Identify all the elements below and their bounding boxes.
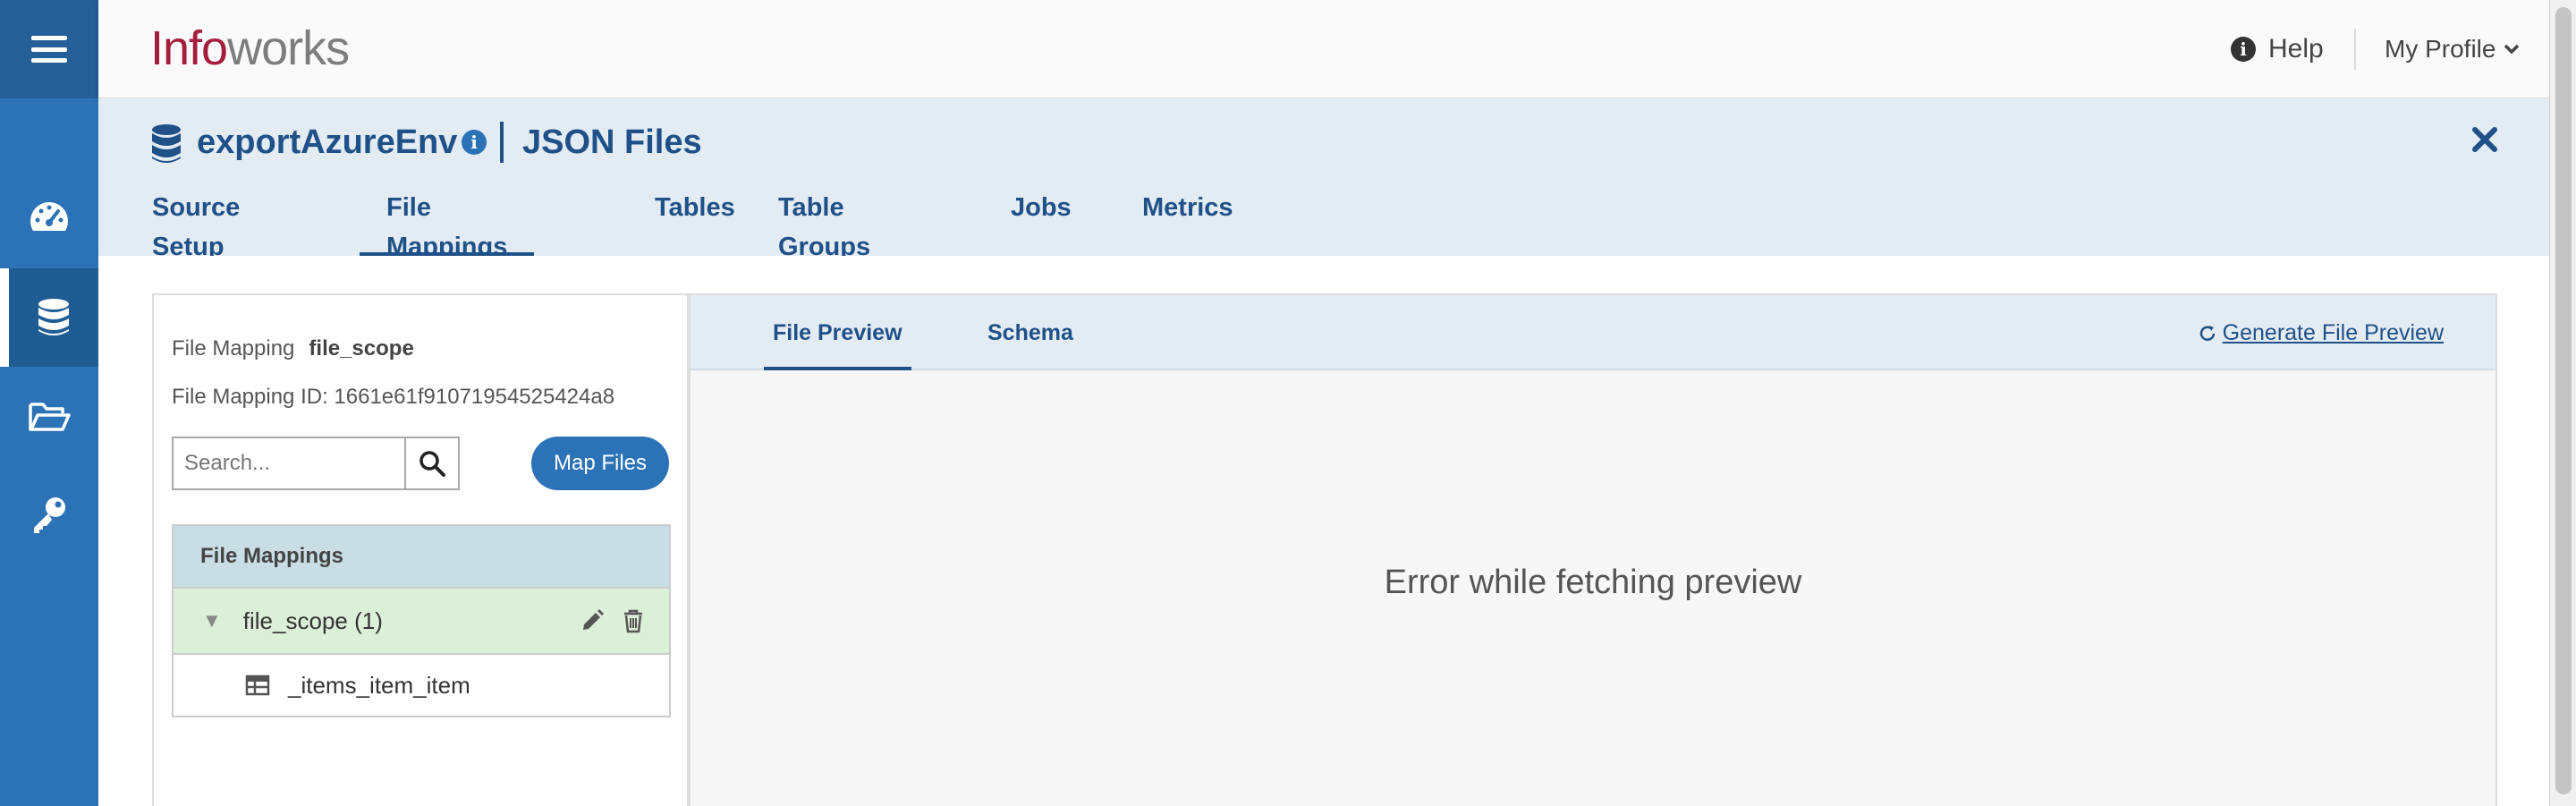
generate-label: Generate File Preview (2222, 320, 2444, 345)
tab-source-setup[interactable]: Source Setup (125, 188, 267, 261)
title-separator (500, 122, 504, 163)
tab-table-groups[interactable]: Table Groups (751, 188, 897, 261)
help-link[interactable]: i Help (2231, 32, 2324, 66)
file-mapping-panel: File Mapping file_scope File Mapping ID: … (152, 293, 689, 806)
file-mappings-tree: File Mappings ▼ file_scope (1) _items_it… (172, 524, 671, 717)
file-mapping-label: File Mapping (172, 336, 295, 361)
source-type-title: JSON Files (522, 123, 702, 161)
tab-metrics[interactable]: Metrics (1115, 188, 1260, 256)
file-mapping-row: File Mapping file_scope (172, 336, 414, 361)
tab-tables[interactable]: Tables (628, 188, 762, 256)
tree-child-label: _items_item_item (288, 671, 470, 699)
refresh-icon (2199, 325, 2215, 341)
map-files-button[interactable]: Map Files (531, 437, 669, 490)
search-button[interactable] (404, 437, 460, 490)
info-icon: i (2231, 37, 2256, 62)
source-title: exportAzureEnv (197, 123, 458, 161)
pencil-icon[interactable] (580, 608, 605, 633)
source-info-icon[interactable]: i (462, 130, 487, 155)
tab-file-mappings[interactable]: File Mappings (360, 188, 535, 261)
sidebar-item-files[interactable] (0, 367, 98, 465)
scrollbar-thumb[interactable] (2555, 7, 2572, 794)
key-icon (34, 497, 65, 533)
dashboard-icon (30, 202, 69, 231)
source-header: exportAzureEnv i JSON Files Source Setup… (98, 98, 2549, 261)
tree-child-item[interactable]: _items_item_item (174, 655, 669, 716)
search-input[interactable] (172, 437, 404, 490)
tab-schema[interactable]: Schema (979, 295, 1082, 370)
error-message: Error while fetching preview (1384, 564, 1802, 601)
database-icon (38, 299, 69, 335)
caret-down-icon[interactable]: ▼ (202, 609, 222, 632)
menu-toggle-button[interactable] (0, 0, 98, 98)
hamburger-icon (31, 36, 67, 63)
file-mapping-value: file_scope (309, 336, 414, 361)
sidebar-item-dashboard[interactable] (0, 168, 98, 267)
search-icon (419, 451, 445, 477)
profile-label: My Profile (2385, 35, 2496, 63)
file-mapping-id: File Mapping ID: 1661e61f91071954525424a… (172, 385, 615, 409)
tab-file-preview[interactable]: File Preview (764, 295, 911, 370)
tab-jobs[interactable]: Jobs (984, 188, 1098, 256)
source-database-icon (152, 124, 181, 163)
my-profile-dropdown[interactable]: My Profile (2385, 32, 2521, 66)
logo-part-2: works (227, 21, 350, 75)
folder-open-icon (29, 403, 71, 431)
logo-part-1: Info (150, 21, 228, 75)
topbar-divider (2354, 29, 2356, 70)
main-content: File Mapping file_scope File Mapping ID: … (98, 256, 2549, 806)
row-actions (580, 608, 646, 633)
tree-item-label: file_scope (1) (242, 607, 383, 634)
preview-panel: File Preview Schema Generate File Previe… (689, 293, 2497, 806)
close-icon[interactable] (2469, 123, 2501, 156)
top-bar: Infoworks i Help My Profile (98, 0, 2549, 98)
generate-file-preview-link[interactable]: Generate File Preview (2198, 320, 2444, 346)
table-icon (245, 674, 270, 696)
tree-item-file-scope[interactable]: ▼ file_scope (1) (174, 589, 669, 655)
tree-header: File Mappings (174, 526, 669, 589)
trash-icon[interactable] (621, 608, 646, 633)
left-nav-rail (0, 0, 98, 806)
chevron-down-icon (2504, 44, 2520, 55)
infoworks-logo[interactable]: Infoworks (150, 21, 350, 75)
help-label: Help (2268, 34, 2324, 64)
preview-tabs-bar: File Preview Schema Generate File Previe… (691, 295, 2496, 370)
sidebar-item-sources[interactable] (0, 268, 98, 367)
sidebar-item-admin[interactable] (0, 465, 98, 564)
page-scrollbar[interactable] (2549, 0, 2576, 806)
